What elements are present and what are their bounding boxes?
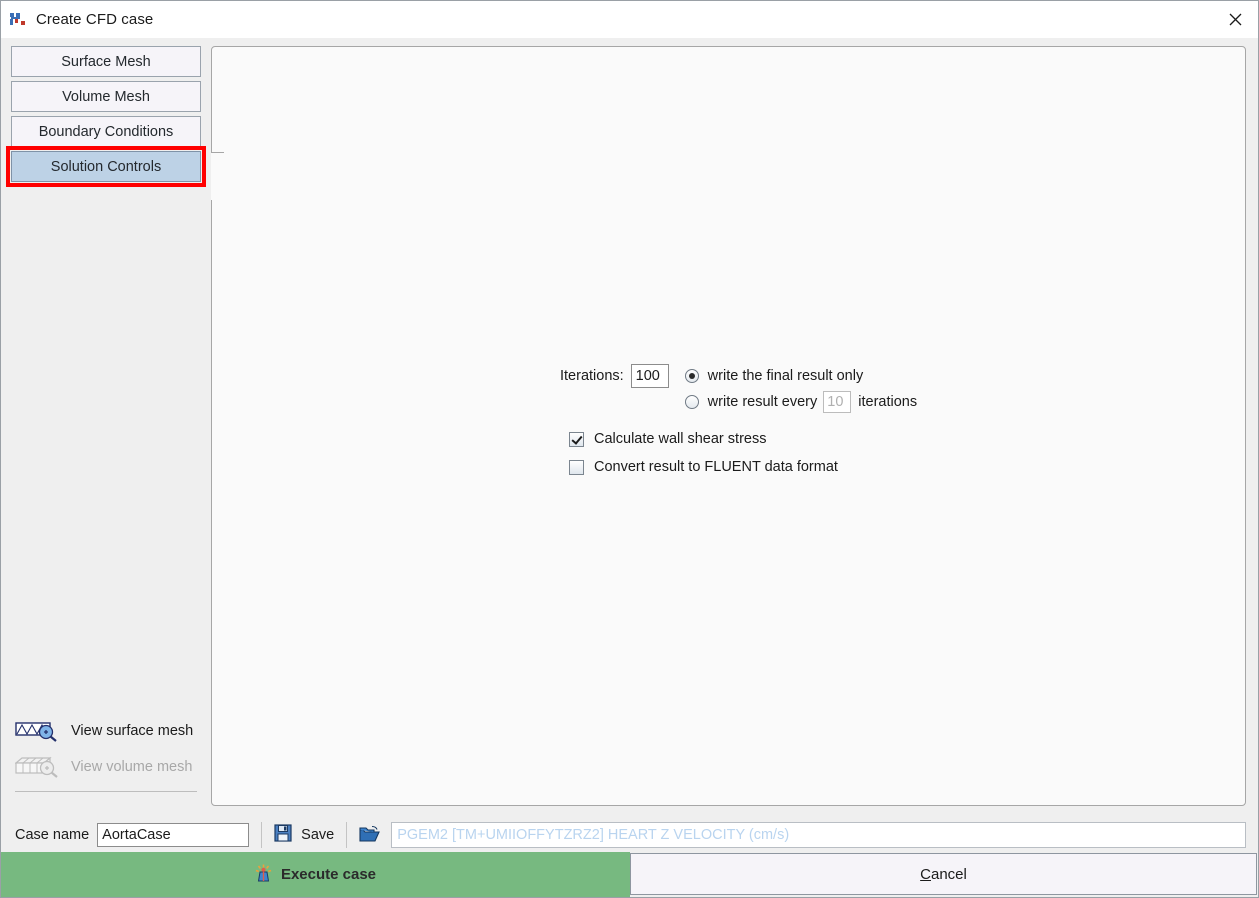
iterations-row: Iterations: write the final result only … bbox=[560, 363, 980, 415]
sidebar-item-label: Boundary Conditions bbox=[38, 123, 174, 140]
view-surface-mesh-button[interactable]: View surface mesh bbox=[15, 720, 193, 742]
firework-icon bbox=[255, 864, 272, 886]
window-title: Create CFD case bbox=[36, 11, 154, 28]
radio-write-every-icon bbox=[684, 395, 699, 409]
cancel-accel-char: C bbox=[920, 865, 931, 883]
open-folder-icon bbox=[359, 825, 381, 846]
close-button[interactable] bbox=[1213, 1, 1258, 38]
view-surface-mesh-label: View surface mesh bbox=[71, 723, 194, 739]
sidebar-item-solution-controls[interactable]: Solution Controls bbox=[11, 151, 201, 182]
sidebar-item-label: Volume Mesh bbox=[62, 88, 150, 105]
sidebar-item-surface-mesh[interactable]: Surface Mesh bbox=[11, 46, 201, 77]
create-cfd-case-window: Create CFD case Surface Mesh Volume Mesh… bbox=[0, 0, 1259, 898]
surface-mesh-magnifier-icon bbox=[15, 720, 61, 742]
bottom-bar-divider-1 bbox=[261, 822, 263, 848]
open-file-button[interactable] bbox=[359, 825, 381, 846]
cfd-app-icon bbox=[10, 12, 27, 27]
options-checkbox-group: Calculate wall shear stress Convert resu… bbox=[569, 425, 980, 481]
bottom-bar: Case name Save bbox=[1, 818, 1258, 852]
title-bar: Create CFD case bbox=[1, 1, 1258, 38]
checkbox-convert-to-fluent[interactable]: Convert result to FLUENT data format bbox=[569, 453, 980, 481]
content-panel-wrapper: Iterations: write the final result only … bbox=[211, 38, 1258, 818]
sidebar: Surface Mesh Volume Mesh Boundary Condit… bbox=[1, 38, 211, 818]
checkbox-calculate-wall-shear-stress[interactable]: Calculate wall shear stress bbox=[569, 425, 980, 453]
radio-write-final-only[interactable]: write the final result only bbox=[684, 363, 917, 389]
write-every-iterations-input[interactable] bbox=[823, 391, 852, 413]
volume-mesh-magnifier-icon bbox=[14, 756, 61, 778]
action-bar: Execute case Cancel bbox=[1, 852, 1258, 897]
iterations-input[interactable] bbox=[630, 364, 669, 388]
execute-case-label: Execute case bbox=[280, 866, 377, 883]
save-label: Save bbox=[301, 827, 335, 843]
close-icon bbox=[1229, 13, 1242, 26]
floppy-disk-icon bbox=[274, 824, 292, 846]
radio-write-every-prefix: write result every bbox=[707, 394, 818, 410]
cancel-button[interactable]: Cancel bbox=[630, 853, 1257, 895]
radio-write-every-suffix: iterations bbox=[858, 394, 918, 410]
write-mode-radio-group: write the final result only write result… bbox=[684, 363, 918, 415]
cancel-label-rest: ancel bbox=[930, 865, 967, 883]
window-body: Surface Mesh Volume Mesh Boundary Condit… bbox=[1, 38, 1258, 818]
view-volume-mesh-label: View volume mesh bbox=[71, 759, 193, 775]
execute-case-button[interactable]: Execute case bbox=[1, 852, 630, 897]
radio-final-only-icon bbox=[684, 369, 699, 383]
checkbox-fluent-label: Convert result to FLUENT data format bbox=[594, 459, 838, 475]
checkbox-wall-shear-label: Calculate wall shear stress bbox=[594, 431, 767, 447]
sidebar-divider bbox=[15, 791, 197, 792]
case-name-input[interactable] bbox=[97, 823, 250, 847]
sidebar-item-boundary-conditions[interactable]: Boundary Conditions bbox=[11, 116, 201, 147]
sidebar-item-volume-mesh[interactable]: Volume Mesh bbox=[11, 81, 201, 112]
view-volume-mesh-button[interactable]: View volume mesh bbox=[14, 756, 193, 778]
save-button[interactable]: Save bbox=[274, 824, 334, 846]
solution-controls-panel: Iterations: write the final result only … bbox=[211, 46, 1246, 806]
active-tab-notch bbox=[211, 152, 224, 200]
case-name-label: Case name bbox=[15, 827, 90, 843]
sidebar-item-label: Surface Mesh bbox=[61, 53, 151, 70]
sidebar-item-label: Solution Controls bbox=[50, 158, 162, 175]
checkbox-checked-icon bbox=[569, 431, 584, 447]
data-file-path-input[interactable] bbox=[391, 822, 1246, 848]
radio-write-every[interactable]: write result every iterations bbox=[684, 389, 918, 415]
radio-final-only-label: write the final result only bbox=[707, 368, 864, 384]
solution-controls-form: Iterations: write the final result only … bbox=[560, 363, 980, 481]
bottom-bar-divider-2 bbox=[346, 822, 348, 848]
checkbox-unchecked-icon bbox=[569, 459, 584, 475]
iterations-label: Iterations: bbox=[560, 368, 624, 384]
